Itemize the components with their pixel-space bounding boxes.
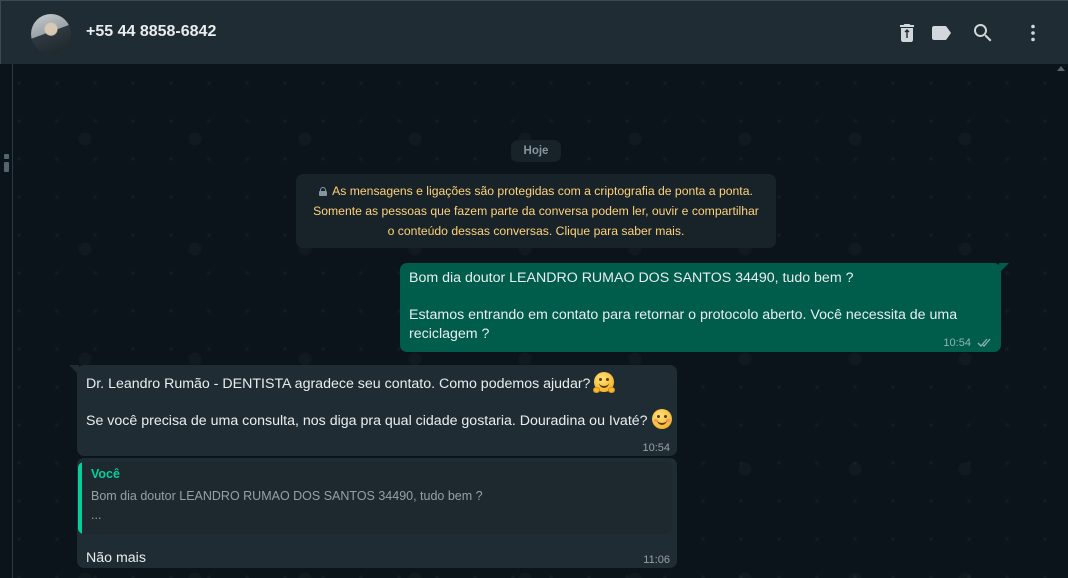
message-outgoing[interactable]: Bom dia doutor LEANDRO RUMAO DOS SANTOS … xyxy=(400,263,1009,355)
search-icon[interactable] xyxy=(971,21,995,45)
message-line: Dr. Leandro Rumão - DENTISTA agradece se… xyxy=(86,372,616,394)
scroll-up-arrow[interactable] xyxy=(1057,66,1065,71)
message-text: Bom dia doutor LEANDRO RUMAO DOS SANTOS … xyxy=(409,270,854,286)
message-time: 11:06 xyxy=(643,554,670,566)
message-meta: 10:54 xyxy=(943,334,993,355)
scroll-handle[interactable] xyxy=(4,154,10,178)
message-time: 10:54 xyxy=(943,337,971,349)
delete-icon[interactable] xyxy=(895,21,919,45)
contact-name[interactable]: +55 44 8858-6842 xyxy=(86,23,216,41)
date-separator: Hoje xyxy=(511,140,561,162)
message-line: Se você precisa de uma consulta, nos dig… xyxy=(86,409,672,431)
contact-avatar[interactable] xyxy=(31,14,71,54)
bubble-tail xyxy=(999,263,1009,273)
divider xyxy=(12,64,13,578)
encryption-notice[interactable]: As mensagens e ligações são protegidas c… xyxy=(296,174,776,248)
message-text: Estamos entrando em contato para retorna… xyxy=(409,307,958,323)
message-text: Não mais xyxy=(86,550,146,566)
quoted-message[interactable]: Você Bom dia doutor LEANDRO RUMAO DOS SA… xyxy=(78,462,672,534)
message-text: Se você precisa de uma consulta, nos dig… xyxy=(86,413,648,429)
read-receipt-icon xyxy=(977,336,993,355)
quote-accent-bar xyxy=(78,462,82,534)
chat-header: +55 44 8858-6842 xyxy=(0,0,1068,64)
quote-author: Você xyxy=(91,467,120,481)
quote-text: Bom dia doutor LEANDRO RUMAO DOS SANTOS … xyxy=(91,489,483,503)
hugging-face-emoji-icon xyxy=(593,372,616,393)
smiling-face-emoji-icon xyxy=(651,409,672,429)
notice-line-3: o conteúdo dessas conversas. Clique para… xyxy=(387,224,685,238)
message-incoming[interactable]: Dr. Leandro Rumão - DENTISTA agradece se… xyxy=(69,365,677,456)
message-text: Dr. Leandro Rumão - DENTISTA agradece se… xyxy=(86,376,591,392)
quote-more: ... xyxy=(91,508,102,522)
label-icon[interactable] xyxy=(929,21,953,45)
message-time: 10:54 xyxy=(642,442,670,454)
menu-icon[interactable] xyxy=(1021,21,1045,45)
notice-line-1: As mensagens e ligações são protegidas c… xyxy=(332,184,753,198)
notice-line-2: Somente as pessoas que fazem parte da co… xyxy=(313,204,759,218)
bubble-tail xyxy=(69,365,79,375)
lock-icon xyxy=(319,187,328,196)
message-text: reciclagem ? xyxy=(409,326,490,342)
